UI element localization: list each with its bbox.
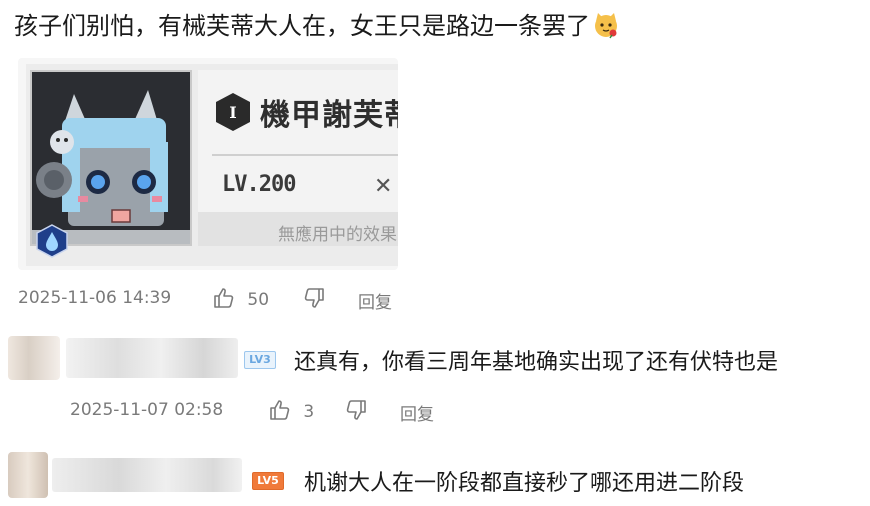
like-button[interactable]: 50 xyxy=(212,286,269,315)
like-count: 50 xyxy=(247,290,270,310)
level-badge: LV3 xyxy=(244,351,276,369)
username-blurred[interactable] xyxy=(52,458,242,492)
dislike-button[interactable] xyxy=(302,286,326,315)
rank-badge-icon: I xyxy=(216,93,250,131)
character-name: 機甲謝芙蒂 xyxy=(260,98,398,133)
like-count: 3 xyxy=(303,402,315,422)
water-drop-icon xyxy=(36,224,68,258)
thumbs-down-icon xyxy=(302,286,326,315)
username-blurred[interactable] xyxy=(66,338,238,378)
like-button[interactable]: 3 xyxy=(268,398,314,427)
character-card: I 機甲謝芙蒂 LV.200 ✕ 無應用中的效果 xyxy=(26,64,398,266)
cross-icon: ✕ xyxy=(374,174,393,199)
attached-image[interactable]: I 機甲謝芙蒂 LV.200 ✕ 無應用中的效果 xyxy=(18,58,398,270)
comment-date: 2025-11-06 14:39 xyxy=(18,288,172,308)
comment-text: 孩子们别怕，有械芙蒂大人在，女王只是路边一条罢了 xyxy=(14,8,620,44)
thumbs-up-icon xyxy=(212,286,236,315)
reply-label: 回复 xyxy=(400,405,434,425)
reply-button[interactable]: 回复 xyxy=(400,400,434,425)
reply-date: 2025-11-07 02:58 xyxy=(70,400,224,420)
divider xyxy=(212,154,398,156)
reply-button[interactable]: 回复 xyxy=(358,288,392,313)
reply-label: 回复 xyxy=(358,293,392,313)
avatar[interactable] xyxy=(8,336,60,380)
avatar[interactable] xyxy=(8,452,48,498)
reply-meta: 2025-11-07 02:58 xyxy=(70,400,223,420)
reply-text: 还真有，你看三周年基地确实出现了还有伏特也是 xyxy=(294,350,779,375)
level-badge: LV5 xyxy=(252,472,284,490)
thumbs-down-icon xyxy=(344,398,368,427)
info-panel: I 機甲謝芙蒂 LV.200 ✕ 無應用中的效果 xyxy=(198,70,398,246)
character-level: LV.200 xyxy=(222,172,296,197)
character-portrait xyxy=(30,70,192,246)
comment-meta: 2025-11-06 14:39 xyxy=(18,288,171,308)
rank-text: I xyxy=(229,103,236,122)
cat-rose-emoji-icon xyxy=(592,11,620,39)
effect-text: 無應用中的效果 xyxy=(278,225,397,245)
thumbs-up-icon xyxy=(268,398,292,427)
reply-text: 机谢大人在一阶段都直接秒了哪还用进二阶段 xyxy=(304,471,745,496)
comment-body: 孩子们别怕，有械芙蒂大人在，女王只是路边一条罢了 xyxy=(14,12,590,40)
dislike-button[interactable] xyxy=(344,398,368,427)
